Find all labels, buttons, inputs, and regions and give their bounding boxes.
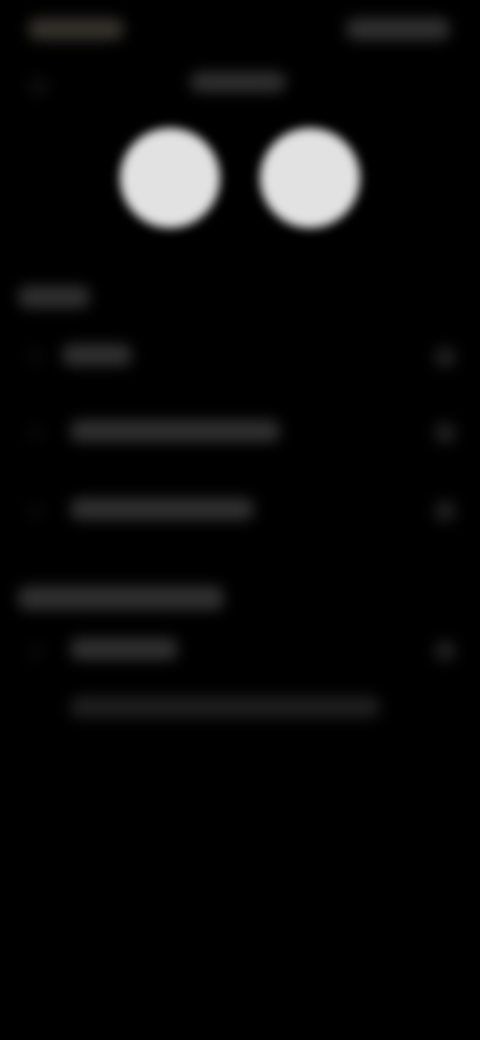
right-avatar-icon[interactable]: [260, 128, 360, 228]
app-screen: [0, 0, 480, 1040]
section1-title: [18, 286, 90, 308]
row-label: [70, 420, 280, 442]
section2-row-1[interactable]: [0, 622, 480, 682]
section2-row-2[interactable]: [0, 680, 480, 740]
chevron-right-icon: [434, 422, 456, 444]
row-label: [62, 344, 132, 366]
row-icon: [24, 500, 46, 522]
chevron-right-icon: [434, 346, 456, 368]
section1-row-2[interactable]: [0, 404, 480, 464]
row-icon: [24, 640, 46, 662]
back-icon[interactable]: [26, 74, 50, 98]
chevron-right-icon: [434, 500, 456, 522]
status-bar-left: [28, 18, 124, 40]
section2-title: [18, 586, 224, 610]
section1-row-1[interactable]: [0, 330, 480, 390]
left-avatar-icon[interactable]: [120, 128, 220, 228]
row-label: [70, 696, 380, 718]
chevron-right-icon: [434, 640, 456, 662]
section1-row-3[interactable]: [0, 482, 480, 542]
row-icon: [24, 422, 46, 444]
row-label: [70, 638, 178, 660]
row-icon: [24, 346, 46, 368]
row-label: [70, 498, 254, 520]
page-title: [190, 72, 286, 92]
status-bar-right: [346, 18, 450, 40]
